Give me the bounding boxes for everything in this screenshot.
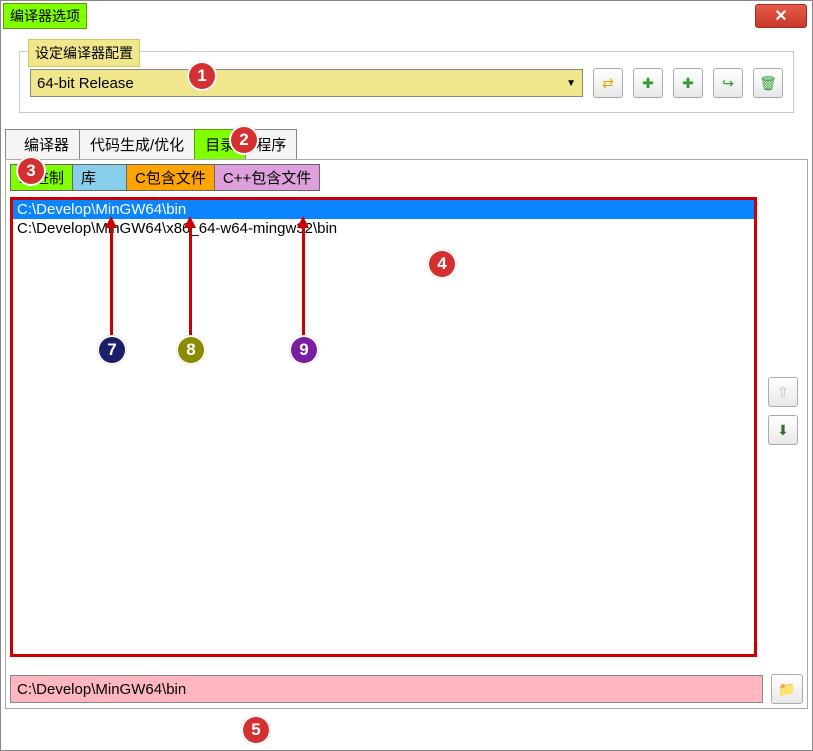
arrow-line [110, 226, 113, 336]
plus-icon: ✚ [642, 75, 654, 92]
arrow-up-icon: ⇧ [777, 384, 789, 401]
window-title: 编译器选项 [3, 3, 87, 29]
arrow-head-icon [184, 216, 196, 228]
plus-icon: ✚ [682, 75, 694, 92]
chevron-down-icon: ▼ [566, 78, 576, 89]
rename-config-button[interactable]: ↪ [713, 68, 743, 98]
config-label: 设定编译器配置 [28, 39, 140, 67]
add-config-button[interactable]: ✚ [633, 68, 663, 98]
callout-1: 1 [187, 61, 217, 91]
subtab-c-include[interactable]: C包含文件 [126, 164, 215, 191]
move-down-button[interactable]: ⬇ [768, 415, 798, 445]
subtab-lib[interactable]: 库 [72, 164, 127, 191]
path-list[interactable]: C:\Develop\MinGW64\bin C:\Develop\MinGW6… [10, 197, 757, 657]
arrow-head-icon [297, 216, 309, 228]
subtab-cpp-include[interactable]: C++包含文件 [214, 164, 320, 191]
browse-button[interactable]: 📁 [771, 674, 803, 704]
arrow-line [189, 226, 192, 336]
callout-2: 2 [229, 125, 259, 155]
tab-compiler[interactable]: 编译器 [5, 129, 80, 159]
tab-codegen[interactable]: 代码生成/优化 [79, 129, 195, 159]
swap-button[interactable]: ⇄ [593, 68, 623, 98]
callout-9: 9 [289, 335, 319, 365]
callout-7: 7 [97, 335, 127, 365]
swap-icon: ⇄ [602, 75, 614, 92]
arrow-down-icon: ⬇ [777, 422, 789, 439]
move-up-button[interactable]: ⇧ [768, 377, 798, 407]
close-button[interactable]: ✕ [755, 4, 807, 28]
callout-8: 8 [176, 335, 206, 365]
folder-icon: 📁 [778, 681, 795, 698]
add-config-button-2[interactable]: ✚ [673, 68, 703, 98]
rename-icon: ↪ [722, 75, 734, 92]
arrow-line [302, 226, 305, 336]
list-item[interactable]: C:\Develop\MinGW64\bin [13, 200, 754, 219]
list-item[interactable]: C:\Develop\MinGW64\x86_64-w64-mingw32\bi… [13, 219, 754, 238]
arrow-head-icon [105, 216, 117, 228]
callout-4: 4 [427, 249, 457, 279]
callout-5: 5 [241, 715, 271, 745]
callout-3: 3 [16, 156, 46, 186]
delete-config-button[interactable]: 🗑 [753, 68, 783, 98]
trash-icon: 🗑 [759, 75, 777, 92]
path-input[interactable] [10, 675, 763, 703]
close-icon: ✕ [774, 6, 787, 26]
